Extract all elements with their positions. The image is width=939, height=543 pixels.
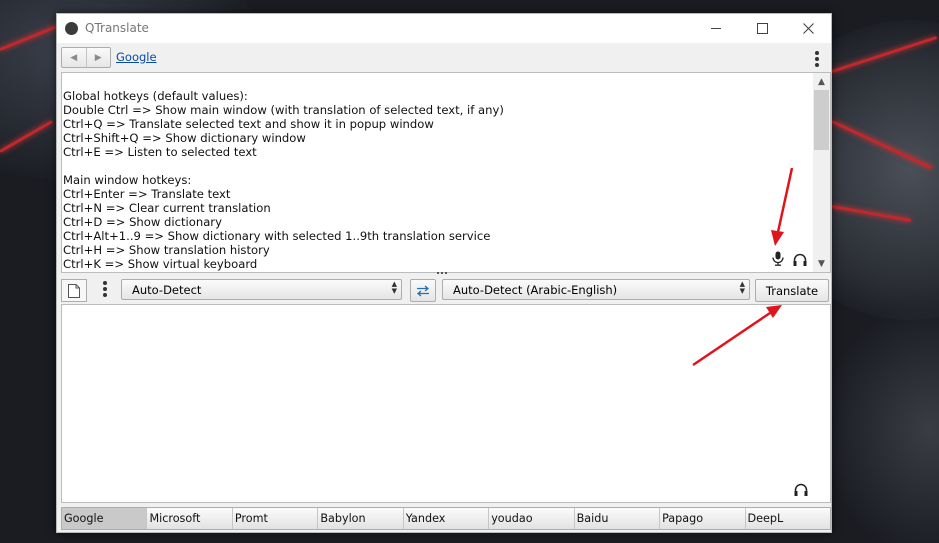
headphones-icon	[794, 483, 808, 496]
toolbar: ◀ ▶ Google	[57, 43, 831, 71]
tab-papago[interactable]: Papago	[660, 508, 746, 529]
microphone-icon	[772, 251, 784, 266]
service-link[interactable]: Google	[116, 50, 157, 64]
tab-promt[interactable]: Promt	[233, 508, 319, 529]
scroll-down-icon[interactable]: ▼	[813, 255, 830, 272]
tab-google[interactable]: Google	[62, 508, 148, 529]
scroll-thumb[interactable]	[814, 90, 829, 150]
minimize-icon	[711, 28, 721, 29]
updown-icon: ▲ ▼	[739, 280, 745, 295]
headphones-icon	[793, 253, 807, 266]
chevron-right-icon: ▶	[94, 52, 102, 63]
listen-source-button[interactable]	[792, 251, 808, 267]
history-nav: ◀ ▶	[61, 47, 111, 68]
scroll-up-icon[interactable]: ▲	[813, 73, 830, 90]
close-button[interactable]	[785, 14, 831, 43]
qtranslate-window: QTranslate ◀ ▶ Google Global hotkeys (de…	[56, 13, 832, 533]
swap-languages-button[interactable]	[410, 279, 436, 302]
tab-yandex[interactable]: Yandex	[404, 508, 490, 529]
document-icon	[68, 283, 80, 298]
new-document-button[interactable]	[61, 279, 87, 302]
splitter-handle[interactable]	[437, 272, 451, 276]
minimize-button[interactable]	[693, 14, 739, 43]
source-language-value: Auto-Detect	[132, 283, 202, 297]
microphone-button[interactable]	[770, 250, 786, 266]
listen-result-button[interactable]	[793, 481, 809, 497]
chevron-left-icon: ◀	[70, 52, 78, 63]
tab-baidu[interactable]: Baidu	[575, 508, 661, 529]
main-menu-button[interactable]	[814, 51, 820, 67]
maximize-button[interactable]	[739, 14, 785, 43]
translation-result-area[interactable]	[61, 304, 831, 503]
source-scrollbar[interactable]: ▲ ▼	[813, 73, 830, 272]
translate-button[interactable]: Translate	[755, 279, 829, 302]
back-button[interactable]: ◀	[62, 48, 86, 67]
updown-icon: ▲ ▼	[391, 280, 397, 295]
close-icon	[802, 23, 814, 34]
app-icon	[65, 22, 78, 35]
forward-button[interactable]: ▶	[85, 48, 111, 67]
title-bar: QTranslate	[57, 14, 831, 43]
window-title: QTranslate	[85, 21, 149, 35]
source-text: Global hotkeys (default values): Double …	[63, 89, 504, 271]
maximize-icon	[756, 23, 768, 34]
target-language-select[interactable]: Auto-Detect (Arabic-English) ▲ ▼	[442, 279, 750, 300]
service-tabs: Google Microsoft Promt Babylon Yandex yo…	[61, 507, 831, 530]
swap-arrows-icon	[416, 285, 430, 296]
options-menu-button[interactable]	[102, 281, 108, 297]
tab-microsoft[interactable]: Microsoft	[147, 508, 233, 529]
target-language-value: Auto-Detect (Arabic-English)	[453, 283, 618, 297]
source-language-select[interactable]: Auto-Detect ▲ ▼	[121, 279, 402, 300]
source-text-area[interactable]: Global hotkeys (default values): Double …	[61, 72, 831, 273]
tab-babylon[interactable]: Babylon	[318, 508, 404, 529]
tab-youdao[interactable]: youdao	[489, 508, 575, 529]
tab-deepl[interactable]: DeepL	[746, 508, 830, 529]
language-bar: Auto-Detect ▲ ▼ Auto-Detect (Arabic-Engli…	[57, 277, 831, 303]
